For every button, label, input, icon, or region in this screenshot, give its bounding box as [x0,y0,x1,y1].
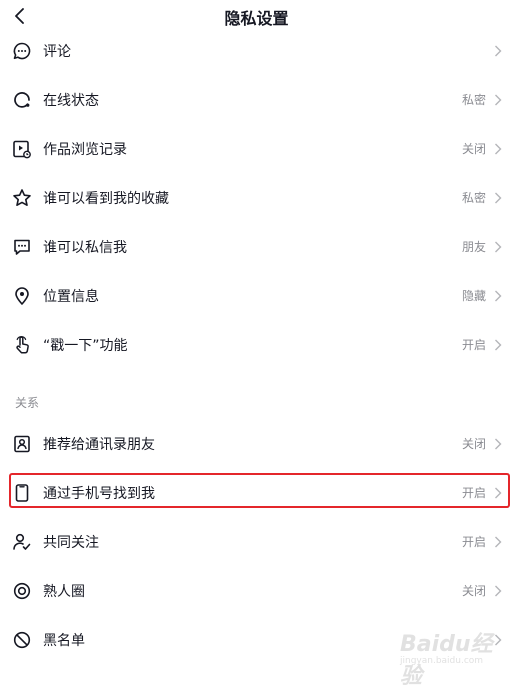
chevron-right-icon [493,338,503,352]
circle-target-icon [12,581,32,601]
chevron-right-icon [493,93,503,107]
section-header-relations: 关系 [15,396,40,410]
setting-value: 开启 [461,338,486,352]
setting-label: 作品浏览记录 [43,141,127,158]
message-icon [12,237,32,257]
chevron-right-icon [493,240,503,254]
setting-label: 熟人圈 [43,583,85,600]
watermark-url: jingyan.baidu.com [400,656,484,666]
setting-recommend-contacts[interactable]: 推荐给通讯录朋友 关闭 [0,419,513,468]
setting-value: 私密 [461,93,486,107]
setting-label: 位置信息 [43,288,99,305]
highlight-box [9,473,510,508]
setting-value: 隐藏 [461,289,486,303]
setting-online-status[interactable]: 在线状态 私密 [0,75,513,124]
setting-label: 在线状态 [43,92,99,109]
setting-direct-message[interactable]: 谁可以私信我 朋友 [0,222,513,271]
setting-label: 共同关注 [43,534,99,551]
setting-value: 关闭 [461,142,486,156]
setting-label: 谁可以私信我 [43,239,127,256]
chevron-right-icon [493,142,503,156]
setting-label: 黑名单 [43,632,85,649]
back-button[interactable] [10,6,30,26]
chevron-right-icon [493,535,503,549]
setting-value: 朋友 [461,240,486,254]
setting-label: 推荐给通讯录朋友 [43,436,155,453]
poke-hand-icon [12,335,32,355]
location-pin-icon [12,286,32,306]
star-icon [12,188,32,208]
setting-value: 私密 [461,191,486,205]
watermark: Baidu经验 jingyan.baidu.com [390,620,510,689]
video-history-icon [12,139,32,159]
setting-favorites-visibility[interactable]: 谁可以看到我的收藏 私密 [0,173,513,222]
setting-acquaintance-circle[interactable]: 熟人圈 关闭 [0,566,513,615]
contact-card-icon [12,434,32,454]
setting-label: “戳一下”功能 [43,337,128,354]
chevron-right-icon [493,191,503,205]
setting-viewing-history[interactable]: 作品浏览记录 关闭 [0,124,513,173]
chevron-left-icon [15,8,24,24]
setting-value: 关闭 [461,584,486,598]
chevron-right-icon [493,289,503,303]
comment-icon [12,41,32,61]
user-check-icon [12,532,32,552]
chevron-right-icon [493,584,503,598]
setting-location[interactable]: 位置信息 隐藏 [0,271,513,320]
setting-comments[interactable]: 评论 [0,26,513,75]
block-icon [12,630,32,650]
setting-poke[interactable]: “戳一下”功能 开启 [0,320,513,369]
setting-value: 开启 [461,535,486,549]
chevron-right-icon [493,437,503,451]
setting-value: 关闭 [461,437,486,451]
setting-mutual-follow[interactable]: 共同关注 开启 [0,517,513,566]
setting-label: 谁可以看到我的收藏 [43,190,169,207]
online-status-icon [12,90,32,110]
setting-label: 评论 [43,43,71,60]
chevron-right-icon [493,44,503,58]
